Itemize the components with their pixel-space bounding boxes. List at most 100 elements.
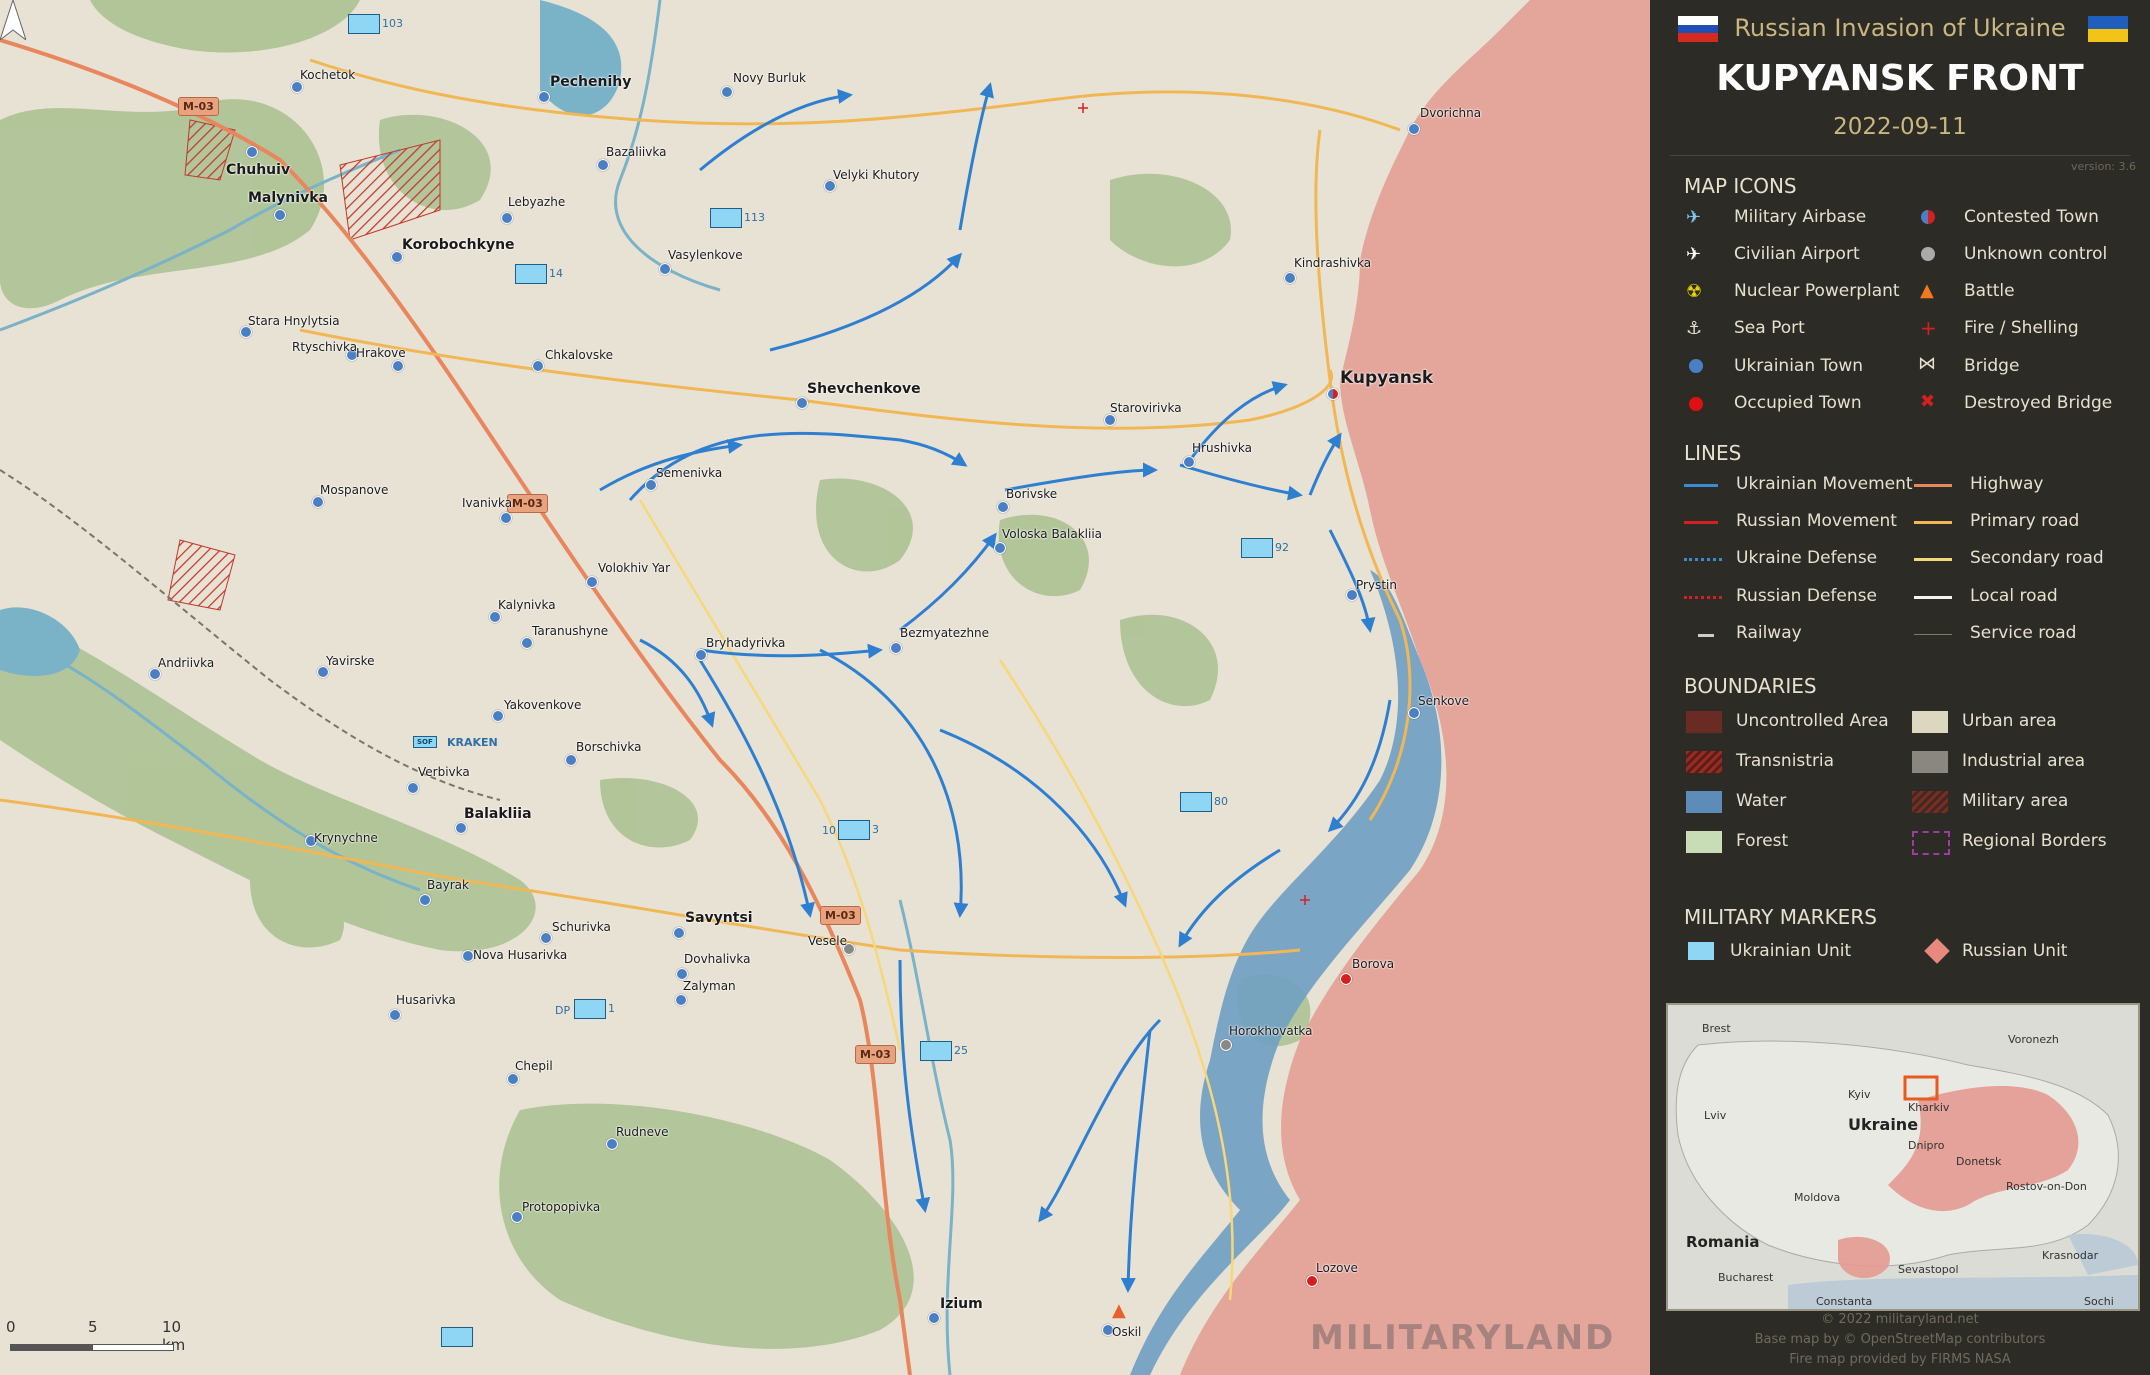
ukrainian-unit-marker[interactable] bbox=[920, 1041, 952, 1061]
ukrainian-town-dot[interactable] bbox=[673, 927, 685, 939]
ukrainian-unit-marker[interactable] bbox=[441, 1327, 473, 1347]
ukrainian-town-dot[interactable] bbox=[532, 360, 544, 372]
inset-label: Kharkiv bbox=[1908, 1101, 1950, 1114]
town-label: Starovirivka bbox=[1110, 401, 1182, 415]
contested-town-icon bbox=[1921, 210, 1935, 224]
occupied-town-dot[interactable] bbox=[1340, 973, 1352, 985]
ukrainian-town-dot[interactable] bbox=[407, 782, 419, 794]
battle-icon[interactable]: ▲ bbox=[1112, 1300, 1126, 1321]
overview-inset-map[interactable]: Brest Voronezh Kyiv Kharkiv Lviv Ukraine… bbox=[1666, 1003, 2140, 1311]
russian-movement-swatch bbox=[1684, 521, 1718, 524]
ukrainian-town-dot[interactable] bbox=[389, 1009, 401, 1021]
ukrainian-town-dot[interactable] bbox=[392, 360, 404, 372]
ukrainian-town-dot[interactable] bbox=[507, 1073, 519, 1085]
credit-line: © 2022 militaryland.net bbox=[1821, 1312, 1979, 1327]
ukrainian-town-dot[interactable] bbox=[928, 1312, 940, 1324]
highway-swatch bbox=[1914, 484, 1952, 487]
inset-label: Lviv bbox=[1704, 1109, 1727, 1122]
town-label: Rudneve bbox=[616, 1125, 669, 1139]
ukrainian-town-dot[interactable] bbox=[492, 710, 504, 722]
ukrainian-unit-marker[interactable] bbox=[1180, 792, 1212, 812]
town-label: Andriivka bbox=[158, 656, 215, 670]
inset-label: Kyiv bbox=[1848, 1088, 1871, 1101]
inset-label: Sevastopol bbox=[1898, 1263, 1959, 1276]
ukrainian-unit-marker[interactable] bbox=[515, 264, 547, 284]
town-label: Prystin bbox=[1356, 578, 1397, 592]
sof-unit-marker[interactable]: SOF bbox=[413, 736, 437, 748]
ukrainian-town-dot[interactable] bbox=[455, 822, 467, 834]
town-label: Novy Burluk bbox=[733, 71, 806, 85]
legend-label: Russian Defense bbox=[1736, 586, 1877, 606]
ukrainian-town-dot[interactable] bbox=[890, 642, 902, 654]
contested-town-dot[interactable] bbox=[1327, 388, 1339, 400]
unknown-control-icon bbox=[1921, 247, 1935, 261]
town-label: Vasylenkove bbox=[668, 248, 743, 262]
ukrainian-unit-marker[interactable] bbox=[710, 208, 742, 228]
ukrainian-town-dot[interactable] bbox=[540, 932, 552, 944]
secondary-road-swatch bbox=[1914, 558, 1952, 561]
map-canvas[interactable]: M-03 M-03 M-03 M-03 103 113 14 92 80 10 … bbox=[0, 0, 1650, 1375]
ukrainian-town-dot[interactable] bbox=[565, 754, 577, 766]
ukrainian-town-dot[interactable] bbox=[1408, 123, 1420, 135]
divider bbox=[1670, 155, 2130, 156]
ukrainian-town-dot[interactable] bbox=[489, 611, 501, 623]
ukrainian-town-dot[interactable] bbox=[291, 81, 303, 93]
town-label: Borschivka bbox=[576, 740, 642, 754]
inset-label: Rostov-on-Don bbox=[2006, 1180, 2087, 1193]
legend-label: Military area bbox=[1962, 791, 2069, 811]
ukrainian-town-dot[interactable] bbox=[501, 212, 513, 224]
ukrainian-town-dot[interactable] bbox=[274, 209, 286, 221]
occupied-town-dot[interactable] bbox=[1306, 1275, 1318, 1287]
ukrainian-town-dot[interactable] bbox=[659, 263, 671, 275]
military-airbase-icon: ✈ bbox=[1686, 207, 1702, 228]
town-label: Lozove bbox=[1316, 1261, 1358, 1275]
ukrainian-town-dot[interactable] bbox=[1183, 456, 1195, 468]
ukrainian-town-dot[interactable] bbox=[675, 994, 687, 1006]
ukrainian-town-dot[interactable] bbox=[500, 512, 512, 524]
unknown-control-dot[interactable] bbox=[1220, 1039, 1232, 1051]
service-road-swatch bbox=[1914, 634, 1952, 635]
ukrainian-town-dot[interactable] bbox=[695, 649, 707, 661]
town-label: Oskil bbox=[1112, 1325, 1142, 1339]
town-label: Malynivka bbox=[248, 190, 328, 206]
uncontrolled-area-swatch bbox=[1686, 711, 1722, 733]
town-label: Chepil bbox=[515, 1059, 553, 1073]
inset-label: Bucharest bbox=[1718, 1271, 1774, 1284]
unit-prefix: 10 bbox=[822, 824, 836, 837]
ukrainian-town-dot[interactable] bbox=[521, 637, 533, 649]
town-label: Borova bbox=[1352, 957, 1395, 971]
road-badge-m03: M-03 bbox=[855, 1045, 896, 1064]
ukrainian-unit-marker[interactable] bbox=[838, 820, 870, 840]
legend-label: Railway bbox=[1736, 623, 1802, 643]
ukrainian-town-dot[interactable] bbox=[597, 159, 609, 171]
road-badge-m03: M-03 bbox=[178, 97, 219, 116]
ukrainian-town-dot[interactable] bbox=[419, 894, 431, 906]
town-label: Senkove bbox=[1418, 694, 1469, 708]
ukrainian-town-dot[interactable] bbox=[1408, 707, 1420, 719]
ukrainian-town-dot[interactable] bbox=[997, 501, 1009, 513]
ukrainian-town-dot[interactable] bbox=[586, 576, 598, 588]
ukrainian-town-dot[interactable] bbox=[721, 86, 733, 98]
town-label: Protopopivka bbox=[522, 1200, 601, 1214]
ukrainian-town-dot[interactable] bbox=[246, 146, 258, 158]
legend-label: Unknown control bbox=[1964, 244, 2108, 264]
ukrainian-town-dot[interactable] bbox=[538, 91, 550, 103]
legend-label: Russian Movement bbox=[1736, 511, 1897, 531]
ukrainian-unit-marker[interactable] bbox=[1241, 538, 1273, 558]
ukrainian-town-dot[interactable] bbox=[796, 397, 808, 409]
ukrainian-town-dot[interactable] bbox=[606, 1138, 618, 1150]
ukrainian-town-dot[interactable] bbox=[312, 496, 324, 508]
unit-number: 25 bbox=[954, 1044, 968, 1057]
ukrainian-unit-marker[interactable] bbox=[574, 999, 606, 1019]
ukrainian-town-dot[interactable] bbox=[1284, 272, 1296, 284]
battle-icon: ▲ bbox=[1920, 280, 1934, 301]
town-label: Taranushyne bbox=[532, 624, 609, 638]
ukrainian-unit-marker[interactable] bbox=[348, 14, 380, 34]
ukrainian-town-dot[interactable] bbox=[994, 542, 1006, 554]
unit-number: 3 bbox=[872, 823, 879, 836]
ukrainian-town-dot[interactable] bbox=[1104, 414, 1116, 426]
unit-number: 14 bbox=[549, 267, 563, 280]
ukrainian-town-dot[interactable] bbox=[645, 479, 657, 491]
map-date: 2022-09-11 bbox=[1833, 114, 1967, 140]
town-label: Vesele bbox=[808, 934, 848, 948]
